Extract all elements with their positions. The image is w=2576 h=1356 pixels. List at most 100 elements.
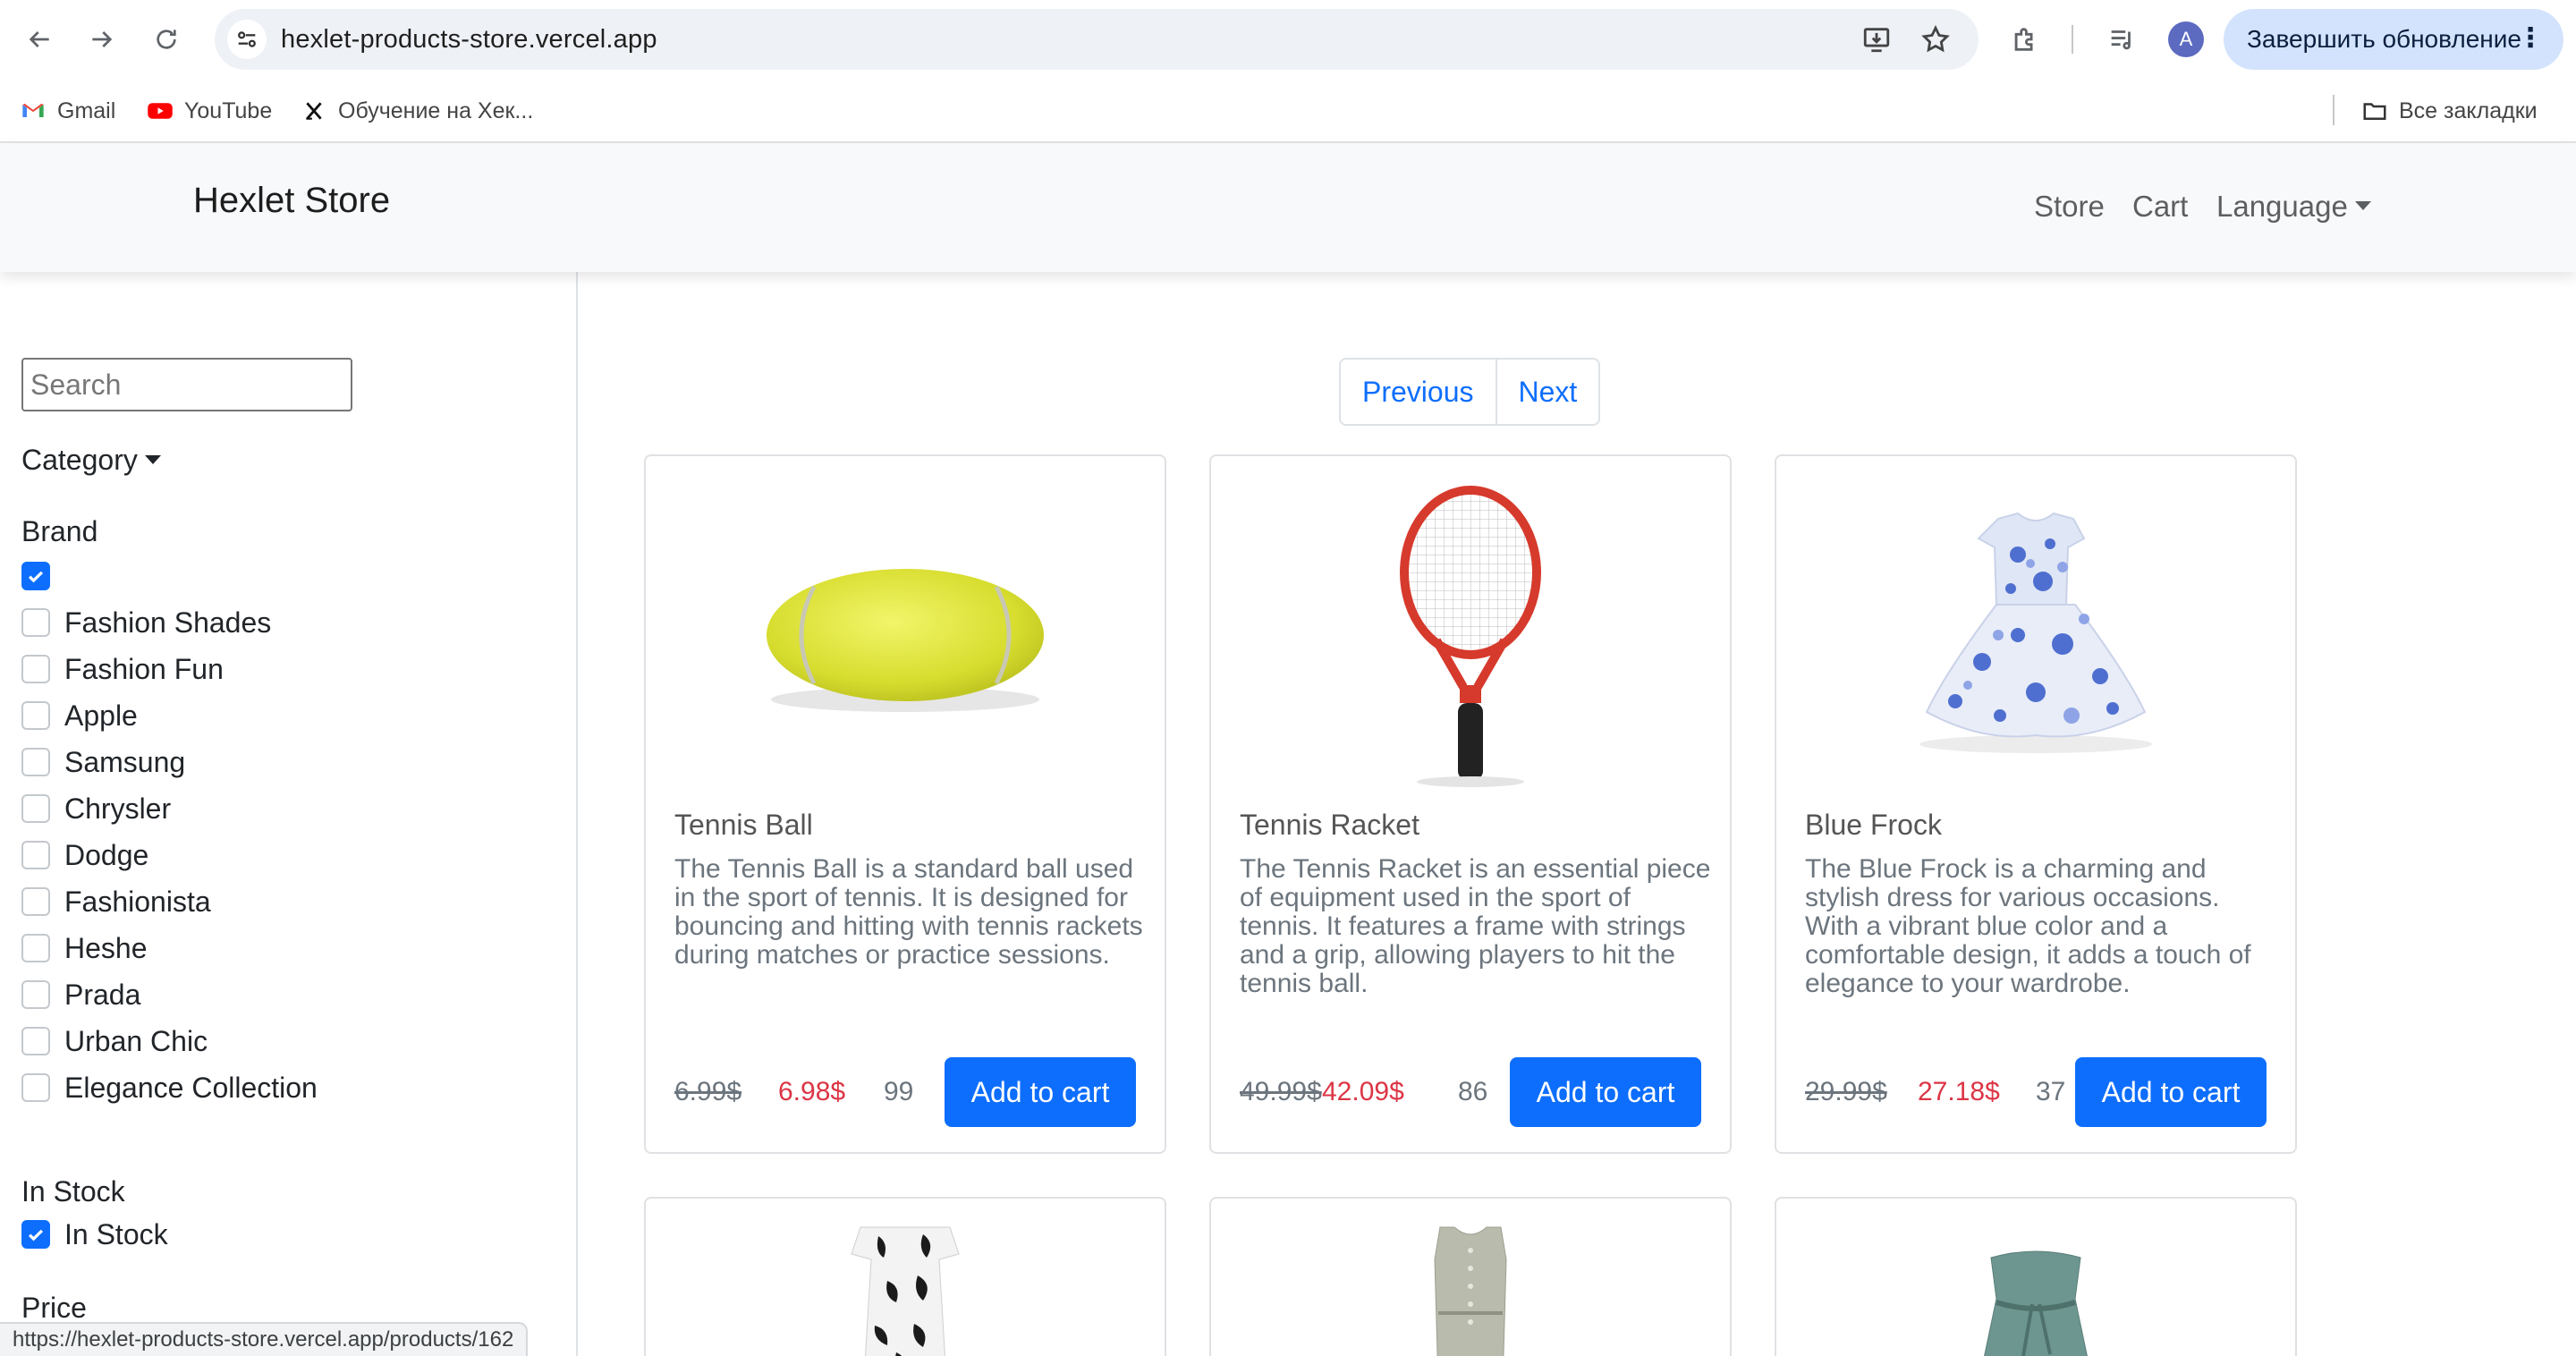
brand-heading: Brand	[21, 515, 98, 547]
bookmark-hexlet[interactable]: Обучение на Хек...	[301, 95, 533, 127]
back-icon[interactable]	[20, 20, 59, 59]
add-to-cart-button[interactable]: Add to cart	[1510, 1057, 1701, 1127]
brand-checkbox[interactable]	[21, 701, 50, 730]
language-dropdown[interactable]: Language	[2216, 190, 2371, 224]
media-control-icon[interactable]	[2102, 20, 2141, 59]
profile-avatar[interactable]: A	[2168, 21, 2204, 57]
product-card[interactable]: Tennis Racket The Tennis Racket is an es…	[1209, 454, 1732, 1154]
brand-option-label: Prada	[64, 978, 141, 1011]
brand-checkbox[interactable]	[21, 562, 50, 590]
brand-checkbox[interactable]	[21, 655, 50, 683]
bookmark-label: Gmail	[57, 97, 116, 123]
product-image[interactable]	[1776, 456, 2295, 814]
brand-checkbox[interactable]	[21, 1073, 50, 1102]
language-label: Language	[2216, 190, 2348, 223]
brand-checkbox[interactable]	[21, 841, 50, 869]
add-to-cart-button[interactable]: Add to cart	[945, 1057, 1136, 1127]
brand-checkbox[interactable]	[21, 934, 50, 962]
in-stock-heading: In Stock	[21, 1175, 125, 1208]
product-description: The Tennis Racket is an essential piece …	[1240, 854, 1711, 998]
brand-option[interactable]: Fashion Fun	[21, 651, 224, 687]
brand-option[interactable]: Fashion Shades	[21, 605, 271, 640]
category-dropdown[interactable]: Category	[21, 444, 161, 477]
in-stock-label: In Stock	[64, 1217, 168, 1250]
product-image[interactable]	[1211, 1199, 1730, 1356]
product-card[interactable]: Tennis Ball The Tennis Ball is a standar…	[644, 454, 1166, 1154]
brand-checkbox[interactable]	[21, 1027, 50, 1055]
in-stock-option[interactable]: In Stock	[21, 1216, 168, 1252]
brand-option[interactable]: Samsung	[21, 744, 185, 780]
forward-icon[interactable]	[82, 20, 122, 59]
bookmarks-divider	[2333, 95, 2334, 125]
previous-page-button[interactable]: Previous	[1341, 360, 1495, 424]
search-input[interactable]	[21, 358, 352, 411]
brand-checkbox[interactable]	[21, 748, 50, 776]
hexlet-icon	[301, 97, 327, 124]
browser-toolbar: hexlet-products-store.vercel.app A Завер…	[0, 0, 2576, 79]
product-image[interactable]	[646, 456, 1165, 814]
sale-price: 42.09$	[1322, 1077, 1404, 1106]
brand-option-label: Chrysler	[64, 792, 172, 825]
chevron-down-icon	[144, 454, 161, 464]
brand-option[interactable]: Dodge	[21, 837, 148, 873]
url-text: hexlet-products-store.vercel.app	[281, 25, 657, 54]
product-card[interactable]	[1775, 1197, 2297, 1356]
in-stock-checkbox[interactable]	[21, 1220, 50, 1249]
add-to-cart-button[interactable]: Add to cart	[2075, 1057, 2267, 1127]
bookmark-star-icon[interactable]	[1918, 21, 1953, 57]
youtube-icon	[147, 97, 174, 124]
toolbar-divider	[2072, 25, 2073, 54]
address-bar[interactable]: hexlet-products-store.vercel.app	[215, 9, 1979, 70]
brand-option-label: Dodge	[64, 838, 149, 871]
install-app-icon[interactable]	[1859, 21, 1894, 57]
brand-option[interactable]: Elegance Collection	[21, 1070, 318, 1106]
bookmark-gmail[interactable]: Gmail	[20, 95, 115, 127]
nav-link-store[interactable]: Store	[2034, 190, 2105, 224]
brand-checkbox[interactable]	[21, 980, 50, 1009]
product-image[interactable]	[1211, 456, 1730, 814]
brand-option[interactable]: Urban Chic	[21, 1023, 208, 1059]
brand-option[interactable]: Heshe	[21, 930, 148, 966]
brand-option-label: Heshe	[64, 931, 148, 964]
brand-checkbox[interactable]	[21, 887, 50, 916]
sale-price: 27.18$	[1918, 1077, 2000, 1106]
product-title[interactable]: Tennis Racket	[1240, 809, 1419, 842]
all-bookmarks-label: Все закладки	[2399, 97, 2538, 123]
brand-option-label: Fashionista	[64, 885, 211, 918]
brand-checkbox[interactable]	[21, 608, 50, 637]
more-menu-icon[interactable]: ⋮	[2517, 23, 2544, 54]
brand-option[interactable]: Apple	[21, 698, 138, 733]
finish-update-button[interactable]: Завершить обновление ⋮	[2224, 9, 2563, 70]
all-bookmarks[interactable]: Все закладки	[2361, 95, 2538, 127]
brand-option[interactable]: Chrysler	[21, 791, 171, 826]
product-title[interactable]: Tennis Ball	[674, 809, 813, 842]
reload-icon[interactable]	[147, 20, 186, 59]
product-title[interactable]: Blue Frock	[1805, 809, 1942, 842]
brand-option[interactable]: Prada	[21, 977, 140, 1013]
brand-checkbox[interactable]	[21, 794, 50, 823]
folder-icon	[2361, 97, 2388, 124]
site-settings-icon[interactable]	[227, 20, 267, 59]
pagination: Previous Next	[1339, 358, 1601, 426]
brand-option[interactable]	[21, 558, 64, 594]
nav-link-cart[interactable]: Cart	[2132, 190, 2188, 224]
product-image[interactable]	[1776, 1199, 2295, 1356]
old-price: 49.99$	[1240, 1077, 1322, 1106]
price-heading: Price	[21, 1292, 87, 1324]
link-status-bar: https://hexlet-products-store.vercel.app…	[0, 1322, 529, 1356]
product-card[interactable]: Blue Frock The Blue Frock is a charming …	[1775, 454, 2297, 1154]
bookmark-label: YouTube	[184, 97, 273, 123]
stock-count: 86	[1458, 1077, 1488, 1106]
product-card[interactable]	[1209, 1197, 1732, 1356]
brand-option[interactable]: Fashionista	[21, 884, 211, 920]
extensions-icon[interactable]	[2005, 20, 2045, 59]
bookmark-youtube[interactable]: YouTube	[147, 95, 272, 127]
product-card[interactable]	[644, 1197, 1166, 1356]
brand-option-label: Fashion Shades	[64, 606, 272, 639]
product-image[interactable]	[646, 1199, 1165, 1356]
next-page-button[interactable]: Next	[1495, 360, 1599, 424]
product-description: The Blue Frock is a charming and stylish…	[1805, 854, 2251, 998]
category-label: Category	[21, 444, 138, 476]
store-brand[interactable]: Hexlet Store	[193, 181, 390, 221]
stock-count: 99	[884, 1077, 914, 1106]
